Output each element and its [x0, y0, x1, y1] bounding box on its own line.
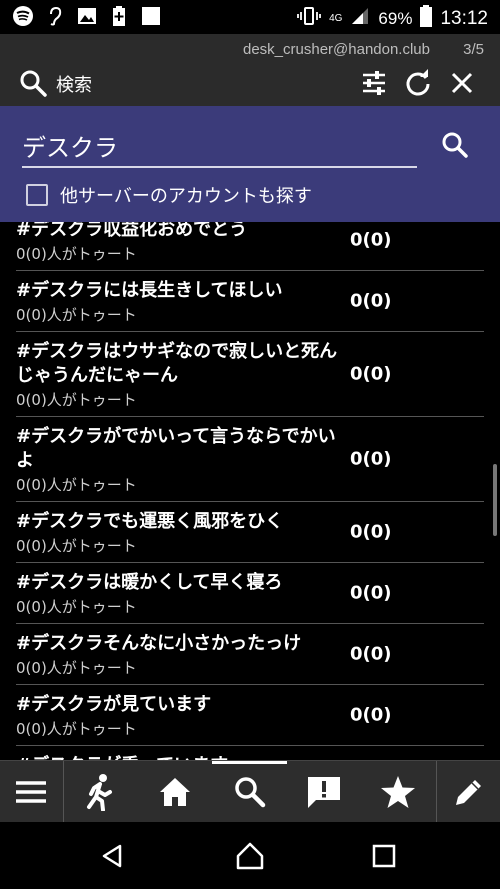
- usage-count: 0(0): [350, 290, 392, 312]
- hashtag-name: #デスクラがでかいって言うならでかいよ: [16, 426, 336, 471]
- vibrate-icon: [297, 5, 321, 32]
- blank-icon: [140, 5, 162, 27]
- home-nav-button[interactable]: [230, 836, 270, 876]
- close-icon: [451, 72, 473, 94]
- home-button[interactable]: [138, 761, 212, 823]
- bottom-toolbar: [0, 760, 500, 823]
- hearing-icon: [44, 5, 66, 27]
- walking-icon: [87, 774, 112, 811]
- toot-count-text: 0(0)人がトゥート: [16, 659, 137, 677]
- hashtag-row[interactable]: #デスクラはウサギなので寂しいと死んじゃうんだにゃーん 0(0)人がトゥート 0(0…: [16, 332, 484, 417]
- signal-icon: [350, 6, 370, 31]
- refresh-icon: [406, 69, 430, 96]
- toot-count-text: 0(0)人がトゥート: [16, 245, 137, 263]
- hashtag-row[interactable]: #デスクラが乗っています0(0)人がトゥート0(0): [16, 746, 484, 760]
- status-bar: 4G 69% 13:12: [0, 0, 500, 34]
- toot-count-text: 0(0)人がトゥート: [16, 720, 137, 738]
- hashtag-name: #デスクラそんなに小さかったっけ: [16, 633, 302, 654]
- search-input[interactable]: デスクラ: [22, 124, 417, 168]
- system-nav-bar: [0, 822, 500, 889]
- other-servers-option[interactable]: 他サーバーのアカウントも探す: [26, 182, 312, 208]
- recents-icon: [372, 844, 396, 868]
- home-outline-icon: [236, 842, 264, 870]
- usage-count: 0(0): [350, 704, 392, 726]
- toot-count-text: 0(0)人がトゥート: [16, 306, 137, 324]
- menu-icon: [16, 781, 46, 803]
- search-icon: [234, 777, 265, 808]
- back-icon: [102, 844, 122, 868]
- page-title: 検索: [56, 75, 92, 96]
- clock: 13:12: [440, 7, 488, 29]
- search-tab-button[interactable]: [212, 761, 287, 823]
- toot-count-text: 0(0)人がトゥート: [16, 537, 137, 555]
- menu-button[interactable]: [0, 761, 62, 823]
- toot-count-text: 0(0)人がトゥート: [16, 598, 137, 616]
- hashtag-name: #デスクラ収益化おめでとう: [16, 222, 248, 240]
- spotify-icon: [12, 5, 34, 27]
- hashtag-name: #デスクラには長生きしてほしい: [16, 280, 283, 301]
- usage-count: 0(0): [350, 363, 392, 385]
- battery-icon: [420, 5, 433, 32]
- hashtag-row[interactable]: #デスクラには長生きしてほしい 0(0)人がトゥート 0(0): [16, 271, 484, 332]
- app-header: desk_crusher@handon.club 3/5 検索: [0, 34, 500, 106]
- recents-button[interactable]: [364, 836, 404, 876]
- search-icon: [442, 132, 468, 158]
- battery-percent: 69%: [378, 8, 413, 28]
- hashtag-row[interactable]: #デスクラは暖かくして早く寝ろ 0(0)人がトゥート 0(0): [16, 563, 484, 624]
- home-icon: [160, 778, 190, 806]
- walking-button[interactable]: [64, 761, 136, 823]
- hashtag-results-list[interactable]: #デスクラ収益化おめでとう 0(0)人がトゥート 0(0) #デスクラには長生きしてほ…: [0, 222, 500, 760]
- hashtag-row[interactable]: #デスクラでも運悪く風邪をひく 0(0)人がトゥート 0(0): [16, 502, 484, 563]
- usage-count: 0(0): [350, 643, 392, 665]
- usage-count: 0(0): [350, 448, 392, 470]
- other-servers-checkbox[interactable]: [26, 184, 48, 206]
- close-button[interactable]: [446, 67, 478, 99]
- other-servers-label: 他サーバーのアカウントも探す: [60, 186, 312, 207]
- toot-count-text: 0(0)人がトゥート: [16, 476, 137, 494]
- back-button[interactable]: [92, 836, 132, 876]
- account-name: desk_crusher@handon.club: [242, 41, 430, 58]
- notifications-button[interactable]: [287, 761, 361, 823]
- notification-icon: [308, 777, 340, 808]
- toot-count-text: 0(0)人がトゥート: [16, 391, 137, 409]
- search-panel: デスクラ 他サーバーのアカウントも探す: [0, 106, 500, 222]
- filter-settings-button[interactable]: [358, 67, 390, 99]
- usage-count: 0(0): [350, 521, 392, 543]
- sliders-icon: [363, 71, 385, 95]
- hashtag-row[interactable]: #デスクラ収益化おめでとう 0(0)人がトゥート 0(0): [16, 222, 484, 271]
- hashtag-name: #デスクラはウサギなので寂しいと死んじゃうんだにゃーん: [16, 341, 338, 386]
- network-type: 4G: [329, 12, 343, 24]
- scrollbar-thumb[interactable]: [493, 464, 497, 536]
- hashtag-name: #デスクラでも運悪く風邪をひく: [16, 511, 284, 532]
- battery-plus-icon: [108, 5, 130, 27]
- usage-count: 0(0): [350, 582, 392, 604]
- hashtag-row[interactable]: #デスクラが見ています 0(0)人がトゥート 0(0): [16, 685, 484, 746]
- refresh-button[interactable]: [402, 67, 434, 99]
- image-icon: [76, 5, 98, 27]
- hashtag-name: #デスクラは暖かくして早く寝ろ: [16, 572, 283, 593]
- search-submit-button[interactable]: [438, 128, 472, 162]
- page-indicator: 3/5: [463, 41, 484, 58]
- search-input-value[interactable]: デスクラ: [22, 128, 118, 163]
- hashtag-name: #デスクラが見ています: [16, 694, 212, 715]
- favorites-button[interactable]: [361, 761, 435, 823]
- star-icon: [381, 776, 415, 808]
- compose-icon: [455, 780, 481, 805]
- search-icon: [18, 68, 48, 98]
- usage-count: 0(0): [350, 229, 392, 251]
- hashtag-row[interactable]: #デスクラそんなに小さかったっけ 0(0)人がトゥート 0(0): [16, 624, 484, 685]
- hashtag-row[interactable]: #デスクラがでかいって言うならでかいよ 0(0)人がトゥート 0(0): [16, 417, 484, 502]
- compose-button[interactable]: [437, 761, 500, 823]
